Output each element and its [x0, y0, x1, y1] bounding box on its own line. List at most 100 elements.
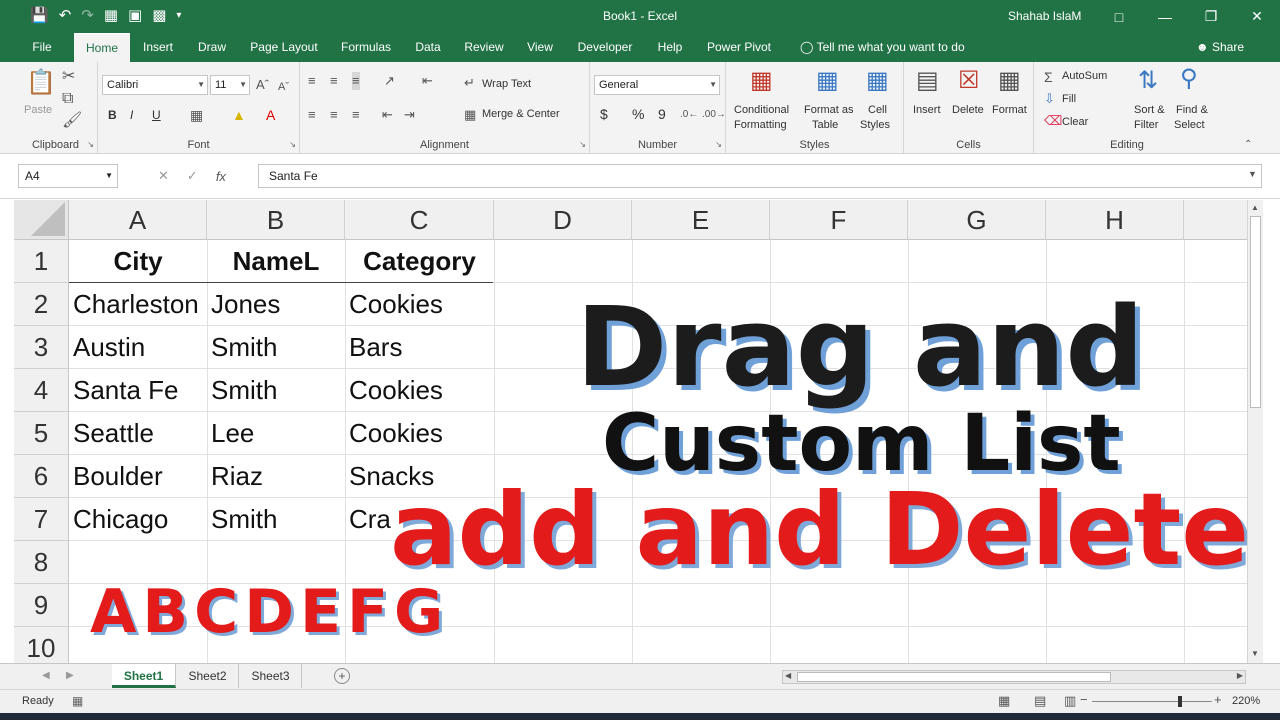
cell-a1[interactable]: City [69, 240, 207, 283]
decrease-indent-icon[interactable]: ⇤ [382, 106, 393, 124]
tab-power-pivot[interactable]: Power Pivot [700, 33, 778, 62]
cell-a4[interactable]: Santa Fe [69, 369, 207, 412]
zoom-slider[interactable] [1092, 696, 1212, 707]
tab-data[interactable]: Data [408, 33, 448, 62]
fill-button[interactable]: Fill [1062, 93, 1076, 105]
clipboard-launcher-icon[interactable]: ↘ [87, 140, 94, 149]
format-painter-icon[interactable]: 🖌 [62, 112, 82, 130]
insert-function-button[interactable]: fx [216, 169, 226, 184]
row-header-1[interactable]: 1 [14, 240, 69, 283]
align-middle-icon[interactable]: ≡ [330, 72, 338, 90]
row-header-5[interactable]: 5 [14, 412, 69, 455]
row-header-3[interactable]: 3 [14, 326, 69, 369]
align-center-icon[interactable]: ≡ [330, 106, 338, 124]
paste-label[interactable]: Paste [24, 104, 52, 116]
column-header-e[interactable]: E [632, 200, 770, 240]
tab-developer[interactable]: Developer [570, 33, 640, 62]
close-icon[interactable]: ✕ [1234, 0, 1280, 33]
zoom-slider-knob[interactable] [1178, 696, 1182, 707]
decrease-font-icon[interactable]: Aˇ [278, 78, 289, 96]
scroll-up-icon[interactable]: ▲ [1251, 203, 1259, 212]
minimize-icon[interactable]: — [1142, 0, 1188, 33]
conditional-formatting-label[interactable]: Conditional [734, 104, 789, 116]
scroll-left-icon[interactable]: ◀ [785, 671, 791, 680]
bold-button[interactable]: B [108, 108, 117, 122]
merge-center-button[interactable]: Merge & Center [482, 108, 560, 120]
maximize-icon[interactable]: ❐ [1188, 0, 1234, 33]
cell-b3[interactable]: Smith [207, 326, 345, 369]
cell-styles-label-2[interactable]: Styles [860, 119, 890, 131]
column-header-h[interactable]: H [1046, 200, 1184, 240]
sheet-tab-sheet2[interactable]: Sheet2 [177, 664, 239, 688]
font-launcher-icon[interactable]: ↘ [289, 140, 296, 149]
cell-b6[interactable]: Riaz [207, 455, 345, 498]
cell-b1[interactable]: NameL [207, 240, 345, 283]
comma-button[interactable]: 9 [658, 106, 666, 122]
cell-b4[interactable]: Smith [207, 369, 345, 412]
column-header-f[interactable]: F [770, 200, 908, 240]
tab-file[interactable]: File [20, 33, 64, 62]
vertical-scrollbar[interactable]: ▲ ▼ [1247, 200, 1263, 663]
select-all-button[interactable] [14, 200, 69, 240]
borders-icon[interactable]: ▦ [190, 106, 203, 124]
tab-page-layout[interactable]: Page Layout [244, 33, 324, 62]
tab-home[interactable]: Home [74, 33, 130, 62]
font-size-dropdown[interactable]: 11 ▼ [210, 75, 250, 95]
currency-button[interactable]: $ [600, 106, 608, 122]
share-button[interactable]: ☻ Share [1196, 33, 1244, 62]
cell-c5[interactable]: Cookies [345, 412, 494, 455]
find-select-label[interactable]: Find & [1176, 104, 1208, 116]
increase-decimal-icon[interactable]: .0← [680, 106, 698, 124]
cell-a2[interactable]: Charleston [69, 283, 207, 326]
copy-icon[interactable]: ⧉ [62, 90, 73, 108]
row-header-6[interactable]: 6 [14, 455, 69, 498]
enter-icon[interactable]: ✓ [187, 168, 198, 184]
cell-styles-label[interactable]: Cell [868, 104, 887, 116]
increase-font-icon[interactable]: Aˆ [256, 76, 269, 94]
delete-cells-button[interactable]: Delete [952, 104, 984, 116]
tab-formulas[interactable]: Formulas [334, 33, 398, 62]
cell-a3[interactable]: Austin [69, 326, 207, 369]
font-color-icon[interactable]: A [266, 106, 275, 124]
formula-input[interactable]: Santa Fe [258, 164, 1262, 188]
align-bottom-icon[interactable]: ≡ [352, 72, 360, 90]
row-header-2[interactable]: 2 [14, 283, 69, 326]
format-as-table-label[interactable]: Format as [804, 104, 854, 116]
underline-button[interactable]: U [152, 108, 161, 122]
autosum-button[interactable]: AutoSum [1062, 70, 1107, 82]
format-as-table-label-2[interactable]: Table [812, 119, 838, 131]
column-header-d[interactable]: D [494, 200, 632, 240]
zoom-in-icon[interactable]: + [1214, 692, 1222, 707]
ribbon-display-icon[interactable]: □ [1096, 0, 1142, 33]
alignment-launcher-icon[interactable]: ↘ [579, 140, 586, 149]
scroll-right-icon[interactable]: ▶ [1237, 671, 1243, 680]
align-top-icon[interactable]: ≡ [308, 72, 316, 90]
vertical-scroll-thumb[interactable] [1250, 216, 1261, 408]
insert-cells-button[interactable]: Insert [913, 104, 941, 116]
cell-c3[interactable]: Bars [345, 326, 494, 369]
add-sheet-icon[interactable]: + [334, 668, 350, 684]
cell-c2[interactable]: Cookies [345, 283, 494, 326]
italic-button[interactable]: I [130, 108, 133, 122]
worksheet-grid[interactable]: A B C D E F G H 1 2 3 4 5 6 7 8 9 10 Cit… [14, 200, 1247, 663]
column-header-c[interactable]: C [345, 200, 494, 240]
collapse-ribbon-icon[interactable]: ⌃ [1244, 136, 1252, 154]
row-header-4[interactable]: 4 [14, 369, 69, 412]
sort-filter-label[interactable]: Sort & [1134, 104, 1165, 116]
cell-b7[interactable]: Smith [207, 498, 345, 541]
row-header-10[interactable]: 10 [14, 627, 69, 663]
cell-a5[interactable]: Seattle [69, 412, 207, 455]
orientation-icon[interactable]: ↗ [384, 72, 395, 90]
tab-help[interactable]: Help [650, 33, 690, 62]
align-right-icon[interactable]: ≡ [352, 106, 360, 124]
cell-a6[interactable]: Boulder [69, 455, 207, 498]
cell-c4[interactable]: Cookies [345, 369, 494, 412]
align-left-icon[interactable]: ≡ [308, 106, 316, 124]
row-header-7[interactable]: 7 [14, 498, 69, 541]
page-break-view-icon[interactable]: ▥ [1064, 693, 1076, 709]
increase-indent-icon[interactable]: ⇥ [404, 106, 415, 124]
paste-icon[interactable]: 📋 [26, 70, 56, 96]
tab-draw[interactable]: Draw [190, 33, 234, 62]
tab-view[interactable]: View [520, 33, 560, 62]
wrap-text-button[interactable]: Wrap Text [482, 78, 531, 90]
